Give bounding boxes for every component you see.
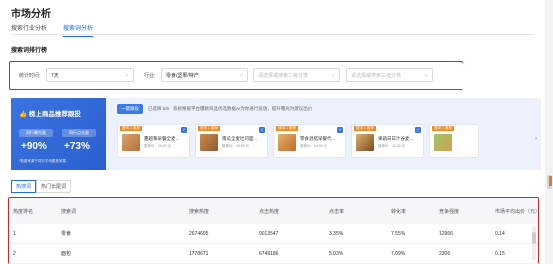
rank-tag: 搜词 1 推荐 [432,126,454,131]
chevron-down-icon: ⌄ [330,72,335,78]
chevron-down-icon: ⌄ [423,72,428,78]
product-card[interactable]: 搜词 1 推荐 ✓ 南瓜全麦吐司面... 推荐价：26.80 元 [195,124,268,158]
tab-long-tail-keywords[interactable]: 热门长尾词 [36,180,72,193]
checkbox-checked-icon[interactable]: ✓ [181,127,187,133]
data-source-note: *数据来源于同行平均跟投效果 [19,159,66,163]
recommendation-banner: 👍 榜上商品推荐跟投 同行曝光量 同行点击量 +90% +73% *数据来源于同… [11,98,541,170]
product-image [356,134,374,151]
level3-category-select[interactable]: 请选择或搜索三级分类 ⌄ [346,68,433,82]
level2-placeholder: 请选择或搜索二级分类 [258,73,309,79]
header-rank: 热度排名 [13,208,34,215]
chevron-right-icon[interactable]: › [535,136,537,142]
header-click-heat: 点击热度 [259,208,280,215]
page-title: 市场分析 [11,9,51,20]
click-increase: +73% [64,141,90,152]
cell-avg-bid: 0.15 [495,250,505,257]
product-image [434,134,452,151]
chevron-down-icon: ⌄ [238,72,243,78]
product-price: 推荐价：26.80 元 [222,144,250,148]
product-image [278,134,296,151]
click-pill: 同行点击量 [62,129,96,137]
keyword-type-tabs: 热搜词 热门长尾词 [11,180,72,193]
product-price: 推荐价：16.80 元 [300,144,328,148]
cell-conversion: 7.55% [391,230,406,237]
thumbs-up-icon: 👍 [19,111,28,118]
level2-category-select[interactable]: 请选择或搜索二级分类 ⌄ [253,68,340,82]
cell-rank: 1 [13,230,16,237]
cell-ctr: 3.35% [329,230,344,237]
industry-label: 行业: [144,73,156,79]
product-name: 零食混搭早餐代... [300,136,336,141]
tabs-divider [11,34,535,35]
product-image [200,134,218,151]
header-conversion: 转化率 [391,208,407,215]
table-header: 热度排名 搜索词 搜索热度 点击热度 点击率 转化率 竞争强度 市场平均出价（元… [9,198,541,224]
checkbox-checked-icon[interactable]: ✓ [259,127,265,133]
cell-rank: 2 [13,250,16,257]
product-card[interactable]: 搜词 1 推荐 [429,124,479,158]
recommend-card: 👍 榜上商品推荐跟投 同行曝光量 同行点击量 +90% +73% *数据来源于同… [11,98,106,170]
product-card[interactable]: 搜词 1 推荐 ✓ 蔓越莓早餐全麦... 推荐价：26.80 元 [117,124,190,158]
level3-placeholder: 请选择或搜索三级分类 [351,73,402,79]
rank-tag: 搜词 1 推荐 [120,126,142,131]
header-competition: 竞争强度 [439,208,460,215]
period-label: 统计时间: [19,73,41,79]
industry-value: 零食/坚果/特产 [166,73,199,79]
cell-search-heat: 1778671 [189,250,209,257]
recommend-card-title: 👍 榜上商品推荐跟投 [19,111,81,118]
table-row[interactable]: 1 零食 2674695 9013547 3.35% 7.55% 12966 0… [9,224,538,244]
product-image [122,134,140,151]
market-analysis-page: 市场分析 搜索行业分析 搜索词分析 搜索词排行榜 统计时间: 7天 ⌄ 行业: … [0,0,545,264]
checkbox-checked-icon[interactable]: ✓ [415,127,421,133]
product-name: 南瓜全麦吐司面... [222,136,258,141]
rank-tag: 搜词 1 推荐 [354,126,376,131]
chevron-down-icon: ⌄ [124,72,129,78]
selected-info-text: 已选择 5/6 · 系统根据平台爆款商品优选数据AI为你进行投放，提升曝光为建议… [148,106,313,111]
cell-avg-bid: 0.14 [495,230,505,237]
tab-hot-keywords[interactable]: 热搜词 [11,180,37,193]
rank-tag: 搜词 1 推荐 [276,126,298,131]
header-avg-bid: 市场平均出价（元） [495,208,541,215]
product-price: 推荐价：16.80 元 [378,144,406,148]
product-name: 蔓越莓早餐全麦... [144,136,180,141]
table-row[interactable]: 2 面包 1778671 6748186 5.03% 7.09% 2306 0.… [9,244,538,264]
industry-select[interactable]: 零食/坚果/特产 ⌄ [161,68,248,82]
cell-competition: 12966 [439,230,453,237]
period-select[interactable]: 7天 ⌄ [46,68,134,82]
cell-ctr: 5.03% [329,250,344,257]
product-name: 果蔬日日汁谷麦... [378,136,414,141]
filter-bar: 统计时间: 7天 ⌄ 行业: 零食/坚果/特产 ⌄ 请选择或搜索二级分类 ⌄ 请… [11,63,463,89]
product-price: 推荐价：26.80 元 [144,144,172,148]
exposure-increase: +90% [21,141,47,152]
cell-click-heat: 9013547 [259,230,279,237]
product-card[interactable]: 搜词 1 推荐 ✓ 果蔬日日汁谷麦... 推荐价：16.80 元 [351,124,424,158]
cell-competition: 2306 [439,250,451,257]
table-scroll-thumb[interactable] [532,232,536,244]
keyword-ranking-table: 热度排名 搜索词 搜索热度 点击热度 点击率 转化率 竞争强度 市场平均出价（元… [9,198,541,264]
product-card[interactable]: 搜词 1 推荐 ✓ 零食混搭早餐代... 推荐价：16.80 元 [273,124,346,158]
page-scrollbar[interactable] [545,0,553,264]
feedback-tab[interactable] [549,176,552,186]
table-scrollbar[interactable] [532,226,536,260]
cell-search-heat: 2674695 [189,230,209,237]
period-value: 7天 [51,73,59,79]
header-search-heat: 搜索热度 [189,208,210,215]
header-ctr: 点击率 [329,208,345,215]
header-keyword: 搜索词 [61,208,77,215]
cell-keyword: 面包 [61,251,72,257]
section-title: 搜索词排行榜 [11,48,48,54]
checkbox-checked-icon[interactable]: ✓ [337,127,343,133]
rank-tag: 搜词 1 推荐 [198,126,220,131]
exposure-pill: 同行曝光量 [19,129,53,137]
cell-click-heat: 6748186 [259,250,279,257]
cell-keyword: 零食 [61,231,72,237]
one-key-follow-button[interactable]: 一键跟投 [117,104,143,114]
cell-conversion: 7.09% [391,250,406,257]
